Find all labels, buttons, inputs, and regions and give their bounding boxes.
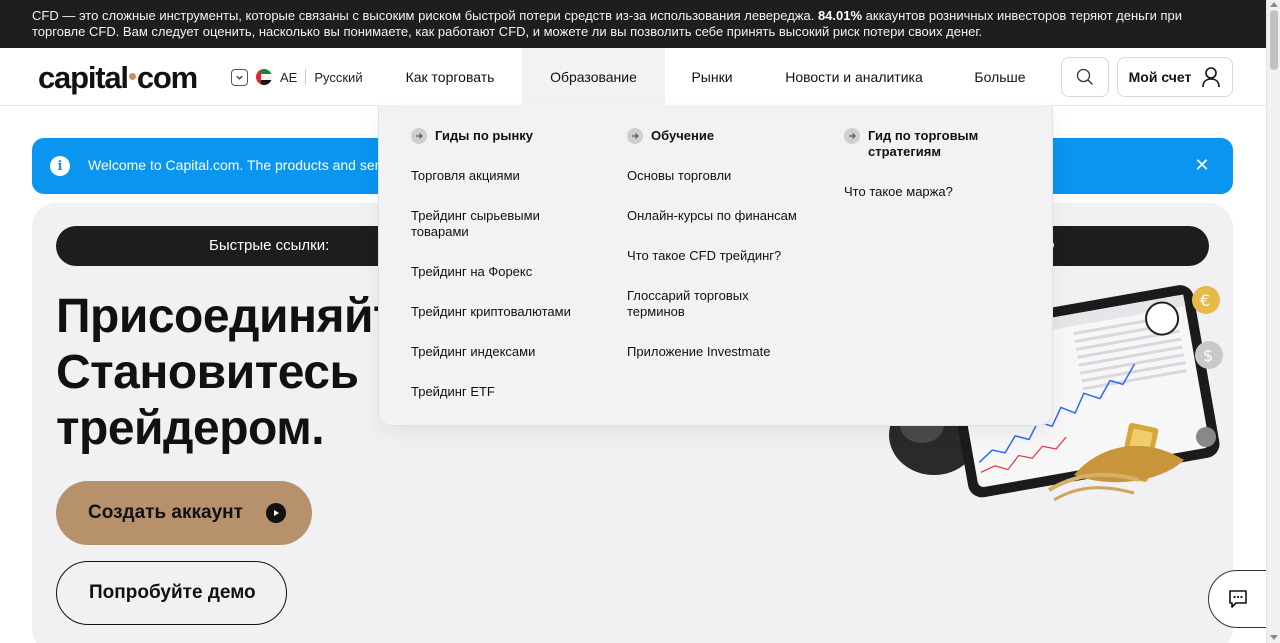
search-icon [1076,68,1093,85]
arrow-right-icon [844,128,860,144]
education-mega-menu: Гиды по рынку Торговля акциями Трейдинг … [378,105,1053,426]
welcome-banner-text: Welcome to Capital.com. The products and… [88,157,390,173]
uae-flag-icon [256,69,272,85]
language-label[interactable]: Русский [314,70,362,85]
nav-markets[interactable]: Рынки [680,48,744,105]
chat-icon [1229,590,1247,608]
market-guides-heading[interactable]: Гиды по рынку [411,128,611,144]
risk-warning-text: CFD — это сложные инструменты, которые с… [32,8,818,23]
search-button[interactable] [1061,57,1109,97]
scroll-down-arrow-icon[interactable] [1270,635,1278,640]
nav-more[interactable]: Больше [966,48,1034,105]
hero-title: Присоединяйт Становитесь трейдером. [56,290,397,455]
create-account-label: Создать аккаунт [88,502,243,523]
arrow-right-icon [627,128,643,144]
menu-link-investmate-app[interactable]: Приложение Investmate [627,344,827,360]
my-account-button[interactable]: Мой счет [1117,57,1233,97]
user-icon [1202,67,1221,88]
menu-link-crypto-trading[interactable]: Трейдинг криптовалютами [411,304,611,320]
menu-link-glossary[interactable]: Глоссарий торговых терминов [627,288,767,320]
info-icon: i [50,156,70,176]
svg-text:$: $ [1203,346,1213,365]
svg-text:€: € [1200,291,1210,310]
learning-heading[interactable]: Обучение [627,128,827,144]
try-demo-label: Попробуйте демо [89,582,256,603]
my-account-label: Мой счет [1128,69,1192,85]
live-chat-button[interactable] [1208,570,1268,628]
menu-link-what-is-cfd[interactable]: Что такое CFD трейдинг? [627,248,827,264]
region-code[interactable]: AE [280,70,297,85]
close-icon[interactable]: ✕ [1191,154,1213,176]
menu-link-trading-basics[interactable]: Основы торговли [627,168,827,184]
try-demo-button[interactable]: Попробуйте демо [56,561,287,625]
nav-education[interactable]: Образование [522,48,665,105]
strategies-heading[interactable]: Гид по торговым стратегиям [844,128,994,160]
menu-link-forex-trading[interactable]: Трейдинг на Форекс [411,264,611,280]
capital-com-logo[interactable]: capital com [38,60,198,96]
region-language-selector[interactable]: AE Русский [231,68,363,86]
site-header: capital com AE Русский Как торговать Обра… [0,48,1266,106]
page-scrollbar[interactable] [1266,0,1280,643]
quick-links-label: Быстрые ссылки: [209,237,330,254]
risk-warning-bar: CFD — это сложные инструменты, которые с… [0,0,1266,48]
risk-warning-percent: 84.01% [817,8,863,23]
scroll-thumb[interactable] [1270,10,1278,70]
menu-link-indices-trading[interactable]: Трейдинг индексами [411,344,611,360]
chevron-down-icon[interactable] [231,68,248,86]
nav-how-to-trade[interactable]: Как торговать [392,48,508,105]
create-account-button[interactable]: Создать аккаунт [56,481,312,545]
menu-link-commodities-trading[interactable]: Трейдинг сырьевыми товарами [411,208,561,240]
nav-news-analytics[interactable]: Новости и аналитика [776,48,932,105]
market-guides-column: Гиды по рынку Торговля акциями Трейдинг … [411,128,611,424]
menu-link-what-is-margin[interactable]: Что такое маржа? [844,184,1044,200]
learning-column: Обучение Основы торговли Онлайн-курсы по… [627,128,827,384]
play-arrow-icon [266,503,286,523]
strategies-column: Гид по торговым стратегиям Что такое мар… [844,128,1044,224]
menu-link-etf-trading[interactable]: Трейдинг ETF [411,384,611,400]
menu-link-finance-courses[interactable]: Онлайн-курсы по финансам [627,208,817,224]
scroll-up-arrow-icon[interactable] [1270,2,1278,7]
arrow-right-icon [411,128,427,144]
menu-link-stocks-trading[interactable]: Торговля акциями [411,168,611,184]
